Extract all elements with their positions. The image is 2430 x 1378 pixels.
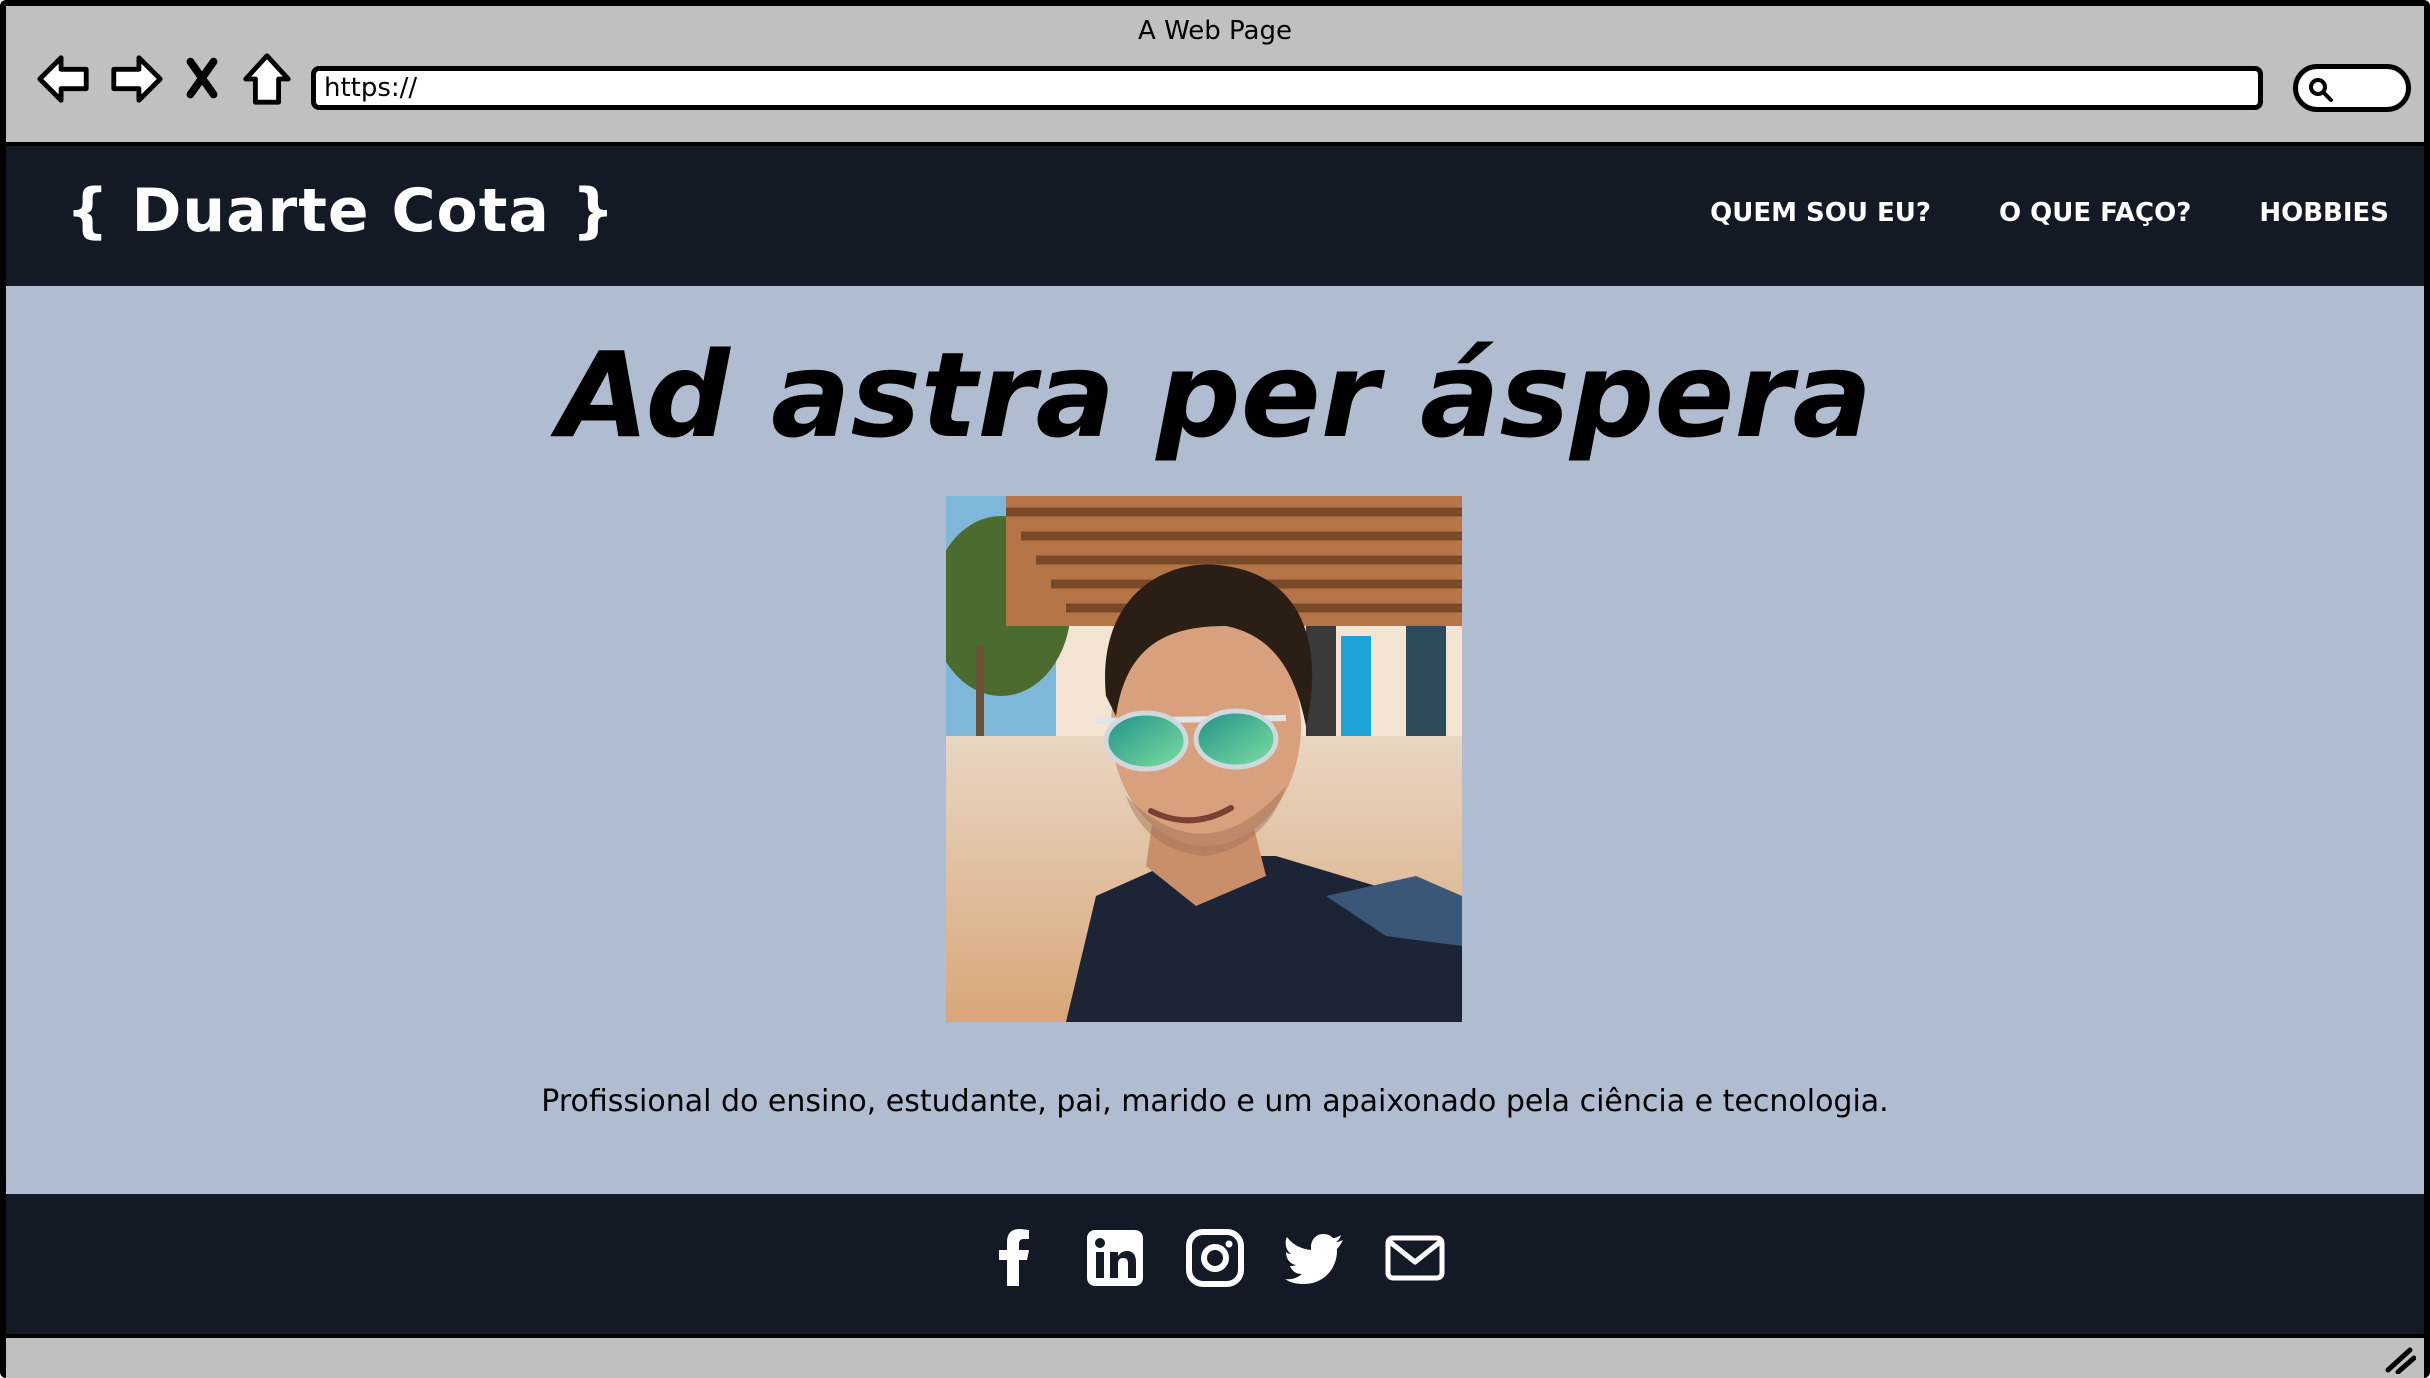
site-logo[interactable]: { Duarte Cota } [66,176,616,246]
close-x-icon[interactable] [182,50,222,108]
email-icon[interactable] [1383,1226,1447,1290]
back-arrow-icon[interactable] [34,50,92,108]
twitter-icon[interactable] [1283,1226,1347,1290]
main-nav: QUEM SOU EU? O QUE FAÇO? HOBBIES [1710,198,2389,228]
forward-arrow-icon[interactable] [108,50,166,108]
window-title: A Web Page [1138,16,1292,46]
profile-photo [946,496,1462,1022]
site-footer [6,1194,2424,1334]
home-icon[interactable] [238,50,296,108]
bio-text: Profissional do ensino, estudante, pai, … [541,1084,1889,1119]
facebook-icon[interactable] [983,1226,1047,1290]
search-box[interactable] [2293,64,2411,112]
nav-item-hobbies[interactable]: HOBBIES [2259,198,2389,228]
instagram-icon[interactable] [1183,1226,1247,1290]
nav-item-o-que-faco[interactable]: O QUE FAÇO? [1999,198,2191,228]
search-icon [2309,78,2333,102]
resize-grip-icon[interactable] [2382,1344,2416,1374]
browser-window: A Web Page https:// { Duarte Cota } QUEM [0,0,2430,1378]
profile-photo-illustration [946,496,1462,1022]
hero-section: Ad astra per áspera Profissional do ensi… [6,286,2424,1194]
site-header: { Duarte Cota } QUEM SOU EU? O QUE FAÇO?… [6,146,2424,286]
page-title: Ad astra per áspera [557,326,1873,464]
url-input[interactable]: https:// [311,66,2263,110]
nav-item-quem-sou-eu[interactable]: QUEM SOU EU? [1710,198,1931,228]
linkedin-icon[interactable] [1083,1226,1147,1290]
browser-status-bar [6,1334,2424,1378]
browser-toolbar: A Web Page https:// [6,6,2424,146]
social-links [6,1226,2424,1290]
